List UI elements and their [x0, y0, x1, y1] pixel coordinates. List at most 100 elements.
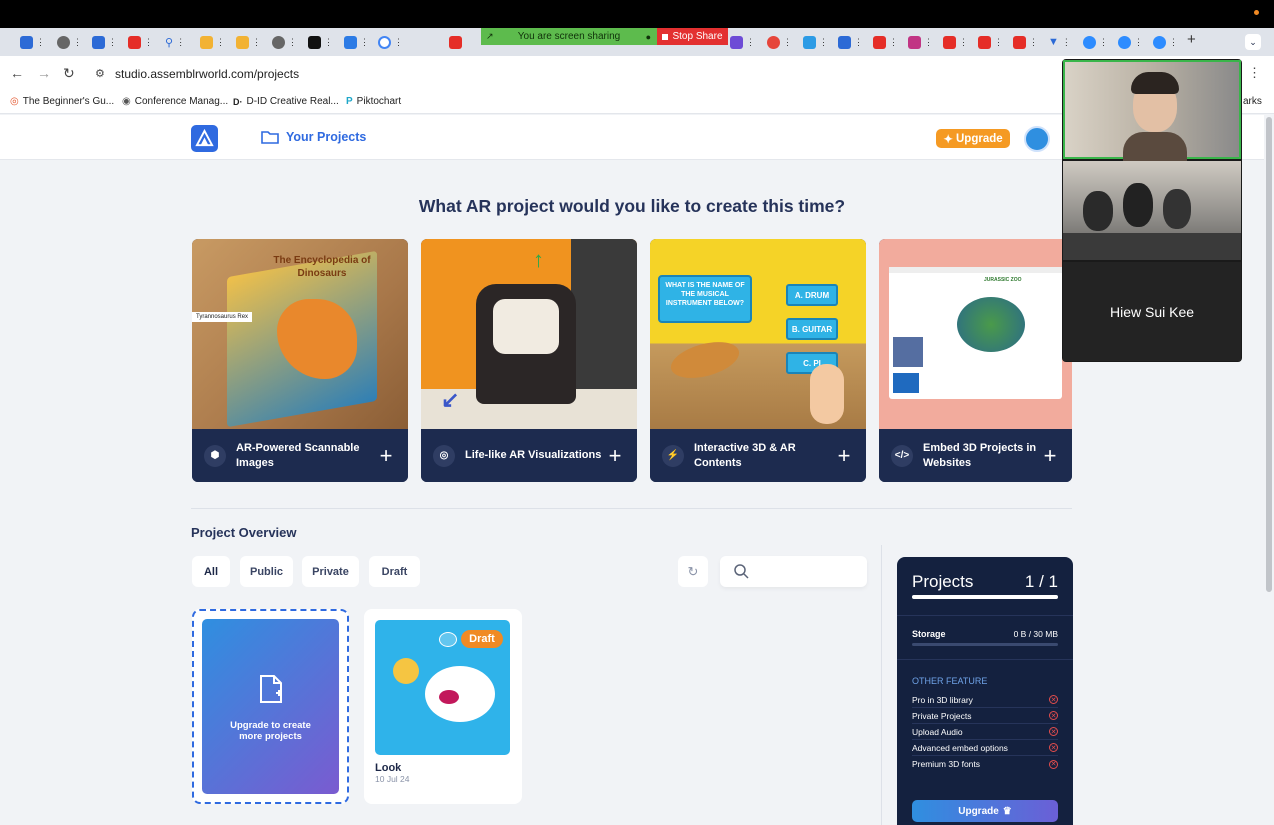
app-favicon-icon	[767, 35, 780, 49]
tab[interactable]: ⋮	[1083, 34, 1108, 50]
tab[interactable]: ⋮	[1013, 34, 1038, 50]
bookmark-item[interactable]: ◉ Conference Manag...	[122, 96, 228, 107]
bookmark-item[interactable]: D· D-ID Creative Real...	[233, 96, 339, 107]
filter-private[interactable]: Private	[302, 556, 359, 587]
plus-icon[interactable]: +	[834, 443, 854, 469]
tab[interactable]: ⋮	[92, 34, 117, 50]
card-interactive-3d[interactable]: WHAT IS THE NAME OF THE MUSICAL INSTRUME…	[650, 239, 866, 482]
cushion-illustration	[493, 299, 559, 354]
back-icon[interactable]: ←	[10, 65, 24, 81]
card-embed-3d[interactable]: JURASSIC ZOO </> Embed 3D Projects in We…	[879, 239, 1072, 482]
card-footer: ⬢ AR-Powered Scannable Images +	[192, 429, 408, 482]
filter-all[interactable]: All	[192, 556, 230, 587]
arrow-left-icon: ↙	[441, 387, 460, 412]
scrollbar-track[interactable]	[1264, 115, 1274, 825]
other-feature-title: OTHER FEATURE	[912, 676, 988, 686]
site-settings-icon[interactable]: ⚙	[95, 67, 105, 80]
video-call-panel: Hiew Sui Kee	[1062, 59, 1242, 362]
bookmark-item[interactable]: P Piktochart	[346, 96, 401, 107]
bookmark-item[interactable]: ◎ The Beginner's Gu...	[10, 96, 114, 107]
participant-figure	[1083, 191, 1113, 231]
website-mockup: JURASSIC ZOO	[889, 267, 1062, 399]
card-image: JURASSIC ZOO	[879, 239, 1072, 429]
all-bookmarks-link[interactable]: arks	[1243, 96, 1262, 107]
upgrade-project-card[interactable]: Upgrade to create more projects	[192, 609, 349, 804]
scrollbar-thumb[interactable]	[1266, 117, 1272, 592]
tab[interactable]: ⋮	[873, 34, 898, 50]
feature-label: Upload Audio	[912, 726, 963, 737]
feature-label: Pro in 3D library	[912, 694, 973, 705]
plus-icon[interactable]: +	[605, 443, 625, 469]
card-label: Life-like AR Visualizations	[465, 449, 602, 461]
tab[interactable]: ⋮	[767, 34, 792, 50]
participant-name-tile[interactable]: Hiew Sui Kee	[1063, 262, 1241, 361]
google-icon	[378, 35, 391, 49]
quiz-question: WHAT IS THE NAME OF THE MUSICAL INSTRUME…	[658, 275, 752, 323]
tab[interactable]: ⋮	[308, 34, 333, 50]
tab[interactable]: ⋮	[57, 34, 82, 50]
stop-share-button[interactable]: Stop Share	[657, 28, 728, 45]
new-file-icon	[260, 675, 282, 703]
vertical-divider	[881, 545, 882, 825]
your-projects-nav[interactable]: Your Projects	[261, 130, 366, 144]
tab[interactable]: ⋮	[943, 34, 968, 50]
filter-public[interactable]: Public	[240, 556, 293, 587]
url-field[interactable]: studio.assemblrworld.com/projects	[115, 67, 299, 81]
tab[interactable]: ⋮	[272, 34, 297, 50]
tab[interactable]: ⋮	[200, 34, 225, 50]
bookmark-label: Conference Manag...	[134, 96, 229, 107]
card-ar-scannable-images[interactable]: The Encyclopedia of Dinosaurs Tyrannosau…	[192, 239, 408, 482]
tab[interactable]: ⋮	[378, 34, 403, 50]
participant-figure	[1163, 189, 1191, 229]
arrow-up-icon: ↑	[533, 247, 544, 272]
projects-progress-fill	[912, 595, 1058, 599]
chevron-down-icon[interactable]: ⌄	[1245, 34, 1261, 50]
shield-icon: ●	[645, 31, 651, 42]
tab[interactable]: ⋮	[20, 34, 45, 50]
assemblr-logo[interactable]	[191, 125, 218, 152]
tab[interactable]	[449, 34, 462, 50]
more-menu-icon[interactable]: ⋮	[1248, 65, 1261, 81]
tab[interactable]: ⋮	[236, 34, 261, 50]
tab[interactable]: ⋮	[344, 34, 369, 50]
tab[interactable]: ⋮	[803, 34, 828, 50]
tab[interactable]: ⋮	[838, 34, 863, 50]
youtube-icon	[873, 35, 886, 49]
youtube-icon	[449, 35, 462, 49]
divider	[191, 508, 1072, 509]
avatar[interactable]	[1024, 126, 1050, 152]
tab[interactable]: ⋮	[1153, 34, 1178, 50]
card-label: AR-Powered Scannable Images	[236, 441, 360, 469]
instagram-icon	[908, 35, 921, 49]
panel-upgrade-button[interactable]: Upgrade ♛	[912, 800, 1058, 822]
search-favicon-icon: ⚲	[165, 36, 174, 49]
duplicate-icon[interactable]	[439, 632, 457, 647]
plus-icon[interactable]: +	[1040, 443, 1060, 469]
feature-row: Private Projects ✕	[912, 708, 1058, 724]
forward-icon[interactable]: →	[37, 65, 51, 81]
search-input[interactable]	[720, 556, 867, 587]
tab[interactable]: ⋮	[908, 34, 933, 50]
appstore-favicon-icon	[344, 35, 357, 49]
participant-tile[interactable]	[1063, 161, 1241, 260]
upgrade-button[interactable]: ✦ Upgrade	[936, 129, 1010, 148]
tab[interactable]: ⋮	[1118, 34, 1143, 50]
youtube-icon	[943, 35, 956, 49]
tab[interactable]: ⋮	[128, 34, 153, 50]
reload-icon[interactable]: ↻	[63, 65, 75, 82]
project-card[interactable]: Draft Look 10 Jul 24	[364, 609, 522, 804]
youtube-icon	[128, 35, 141, 49]
refresh-button[interactable]: ↻	[678, 556, 708, 587]
tab[interactable]: ⋮	[978, 34, 1003, 50]
panel-divider	[897, 615, 1073, 616]
plus-icon[interactable]: +	[376, 443, 396, 469]
tab[interactable]: ▼ ⋮	[1048, 34, 1071, 50]
tab[interactable]: ⚲ ⋮	[165, 34, 185, 50]
card-ar-visualizations[interactable]: ↑ ↙ ◎ Life-like AR Visualizations +	[421, 239, 637, 482]
tab[interactable]: ⋮	[730, 34, 755, 50]
new-tab-button[interactable]: +	[1187, 31, 1196, 48]
filter-draft[interactable]: Draft	[369, 556, 420, 587]
notification-dot	[1254, 10, 1259, 15]
active-speaker-tile[interactable]	[1063, 60, 1241, 161]
draft-badge: Draft	[461, 630, 503, 648]
